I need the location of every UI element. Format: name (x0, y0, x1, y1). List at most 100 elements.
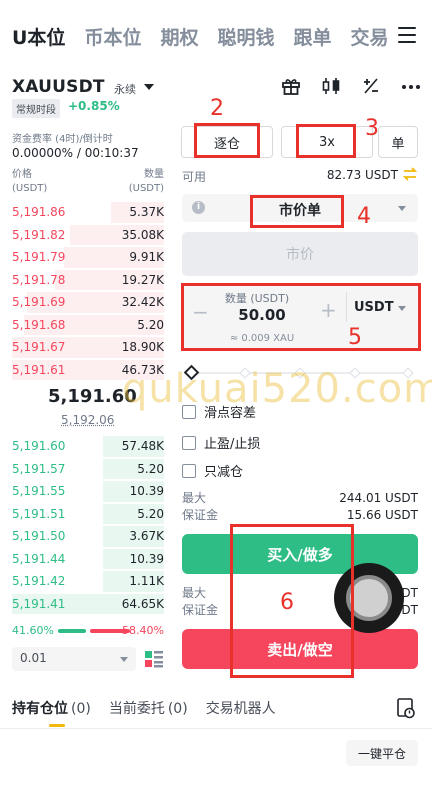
tab-positions-label: 持有仓位 (12, 701, 68, 717)
annotation-number: 5 (348, 325, 362, 350)
symbol-dropdown-icon[interactable] (144, 84, 154, 90)
chevron-down-icon (120, 657, 128, 662)
bid-row[interactable]: 5,191.57 5.20 (12, 458, 164, 481)
ask-price: 5,191.67 (12, 340, 66, 355)
transfer-icon[interactable] (402, 166, 418, 182)
tab-smart-money[interactable]: 聪明钱 (217, 23, 274, 50)
bid-row[interactable]: 5,191.44 10.39 (12, 548, 164, 571)
position-tabs: 持有仓位 (0) 当前委托 (0) 交易机器人 (12, 698, 276, 718)
ask-row[interactable]: 5,191.78 19.27K (12, 269, 164, 292)
bid-price: 5,191.60 (12, 439, 66, 454)
sell-margin-value: DT (401, 603, 418, 617)
header-tools (280, 75, 422, 97)
ask-row[interactable]: 5,191.69 32.42K (12, 291, 164, 314)
bid-row[interactable]: 5,191.50 3.67K (12, 525, 164, 548)
bid-price: 5,191.51 (12, 506, 66, 521)
available-balance: 82.73 USDT (326, 168, 398, 182)
hamburger-menu-icon[interactable] (398, 27, 416, 43)
annotation-box-quantity (181, 283, 421, 351)
ask-quantity: 19.27K (121, 272, 164, 287)
tab-positions[interactable]: 持有仓位 (0) (12, 698, 91, 718)
price-change: +0.85% (68, 99, 120, 113)
bid-quantity: 10.39 (129, 551, 164, 566)
tab-open-orders[interactable]: 当前委托 (0) (109, 698, 188, 718)
watermark: qukuai520.com (122, 366, 432, 412)
bid-row[interactable]: 5,191.60 57.48K (12, 435, 164, 458)
tp-sl-checkbox[interactable]: 止盈/止损 (182, 433, 260, 452)
buy-ratio: 41.60% (12, 624, 54, 637)
ask-price: 5,191.79 (12, 250, 66, 265)
price-header: 价格 (12, 169, 32, 180)
price-input[interactable]: 市价 (182, 232, 418, 276)
ask-row[interactable]: 5,191.79 9.91K (12, 246, 164, 269)
annotation-box-order-type (250, 195, 344, 228)
buy-margin-value: 15.66 USDT (346, 508, 418, 522)
ask-quantity: 18.90K (121, 340, 164, 355)
ask-row[interactable]: 5,191.68 5.20 (12, 314, 164, 337)
tab-open-orders-label: 当前委托 (108, 701, 165, 717)
bid-row[interactable]: 5,191.51 5.20 (12, 503, 164, 526)
bid-list: 5,191.60 57.48K 5,191.57 5.20 5,191.55 10.39 5… (12, 435, 164, 615)
ask-price: 5,191.61 (12, 362, 66, 377)
gift-icon[interactable] (280, 75, 302, 97)
bid-row[interactable]: 5,191.41 64.65K (12, 593, 164, 616)
reduce-only-checkbox[interactable]: 只减仓 (182, 461, 243, 480)
calculator-icon[interactable] (360, 75, 382, 97)
ask-price: 5,191.82 (12, 227, 66, 242)
bid-quantity: 10.39 (129, 484, 164, 499)
ask-row[interactable]: 5,191.86 5.37K (12, 201, 164, 224)
ask-row[interactable]: 5,191.82 35.08K (12, 224, 164, 247)
buy-ratio-bar (58, 629, 86, 633)
checkbox-icon (182, 435, 196, 450)
chevron-down-icon (398, 206, 406, 211)
ask-price: 5,191.78 (12, 272, 66, 287)
tp-sl-label: 止盈/止损 (204, 437, 261, 452)
qty-header: 数量 (144, 169, 164, 180)
qty-header-unit: (USDT) (128, 183, 164, 194)
buy-sell-ratio: 41.60% 58.40% (12, 624, 164, 638)
ask-quantity: 5.37K (129, 205, 164, 220)
bid-row[interactable]: 5,191.55 10.39 (12, 480, 164, 503)
ask-list: 5,191.86 5.37K 5,191.82 35.08K 5,191.79 9.91K… (12, 201, 164, 381)
sell-ratio: 58.40% (122, 624, 164, 637)
bid-quantity: 5.20 (137, 461, 164, 476)
bid-price: 5,191.57 (12, 461, 66, 476)
tab-trading-bot[interactable]: 交易机器人 (206, 698, 276, 718)
close-all-positions-button[interactable]: 一键平仓 (346, 740, 418, 766)
buy-max-value: 244.01 USDT (339, 491, 418, 505)
divider (0, 728, 432, 729)
bid-price: 5,191.41 (12, 596, 66, 611)
tab-trading-bots[interactable]: 交易 (351, 23, 389, 50)
ask-quantity: 35.08K (121, 227, 164, 242)
bid-row[interactable]: 5,191.42 1.11K (12, 570, 164, 593)
tab-options[interactable]: 期权 (160, 23, 198, 50)
position-mode-button[interactable]: 单 (378, 126, 418, 158)
ask-quantity: 32.42K (121, 295, 164, 310)
tab-copy-trading[interactable]: 跟单 (293, 23, 331, 50)
tab-usdt-m[interactable]: U本位 (12, 23, 65, 50)
bid-quantity: 1.11K (129, 574, 164, 589)
more-icon[interactable] (400, 75, 422, 97)
ask-quantity: 9.91K (129, 250, 164, 265)
precision-select[interactable]: 0.01 (12, 647, 136, 671)
tab-coin-m[interactable]: 币本位 (84, 23, 141, 50)
annotation-number: 6 (280, 590, 294, 615)
ask-price: 5,191.68 (12, 317, 66, 332)
max-label: 最大 (182, 491, 207, 505)
tab-open-orders-count: (0) (167, 701, 188, 717)
orderbook-layout-icon[interactable] (144, 649, 164, 669)
annotation-number: 2 (210, 96, 224, 121)
candlestick-chart-icon[interactable] (320, 75, 342, 97)
ask-row[interactable]: 5,191.67 18.90K (12, 336, 164, 359)
bid-price: 5,191.55 (12, 484, 66, 499)
bid-quantity: 64.65K (121, 596, 164, 611)
funding-rate-label: 资金费率 (4时)/倒计时 (12, 134, 113, 145)
max-label: 最大 (182, 586, 207, 600)
annotation-number: 3 (365, 116, 379, 141)
session-badge: 常规时段 (12, 99, 60, 118)
symbol-name[interactable]: XAUUSDT (12, 77, 105, 97)
bid-quantity: 3.67K (129, 529, 164, 544)
bid-price: 5,191.44 (12, 551, 66, 566)
bid-price: 5,191.50 (12, 529, 66, 544)
order-history-icon[interactable] (396, 697, 416, 719)
